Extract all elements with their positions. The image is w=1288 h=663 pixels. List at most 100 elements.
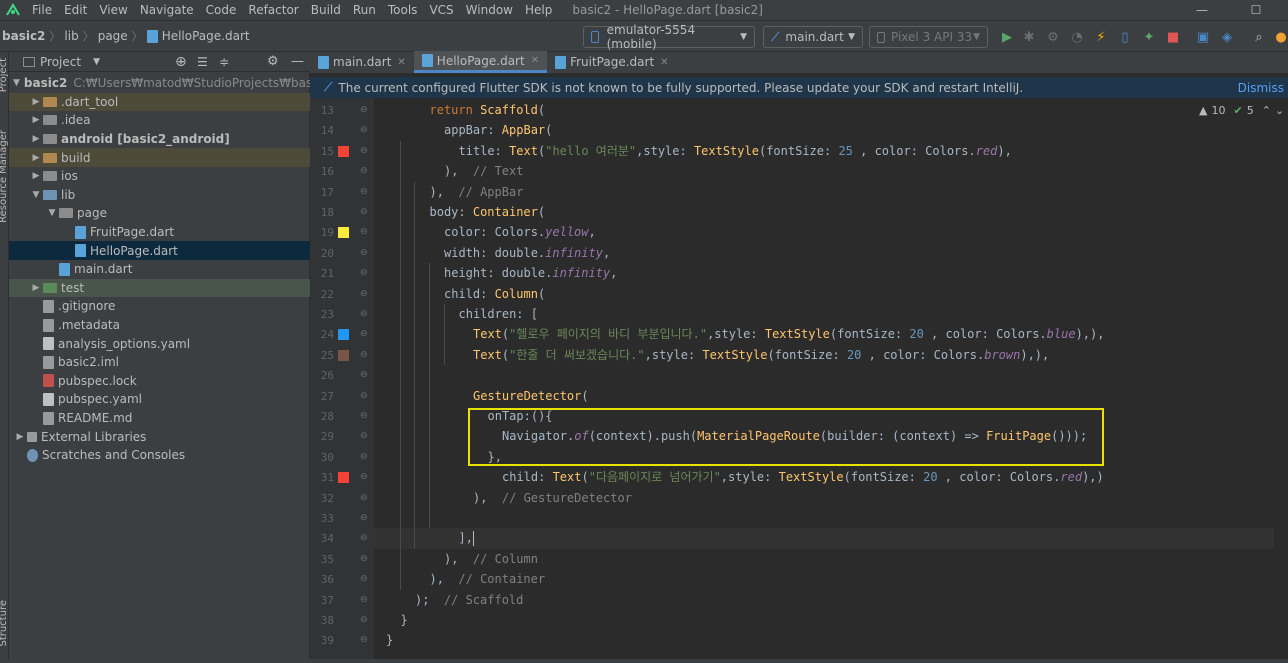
tree-item[interactable]: FruitPage.dart: [9, 223, 310, 242]
dismiss-link[interactable]: Dismiss: [1238, 81, 1284, 95]
chevron-down-icon[interactable]: ⌄: [1275, 104, 1284, 117]
color-preview-icon[interactable]: [338, 329, 349, 341]
tree-item[interactable]: ▼ basic2 C:₩Users₩matod₩StudioProjects₩bas…: [9, 74, 330, 93]
run-config-selector[interactable]: ⟋ main.dart ▼: [763, 26, 863, 48]
gear-icon[interactable]: ⚙: [267, 54, 279, 69]
project-view-selector[interactable]: Project: [40, 55, 81, 69]
tree-item[interactable]: analysis_options.yaml: [9, 334, 310, 353]
chevron-right-icon[interactable]: ▶: [29, 153, 43, 163]
avd-selector[interactable]: Pixel 3 API 33 ▼: [869, 26, 988, 48]
tree-item[interactable]: ▼ lib: [9, 186, 310, 205]
chevron-up-icon[interactable]: ⌃: [1262, 104, 1271, 117]
fold-icon[interactable]: ⊖: [360, 350, 368, 360]
fold-icon[interactable]: ⊖: [360, 615, 368, 625]
maximize-button[interactable]: ☐: [1236, 0, 1276, 20]
breadcrumb-page[interactable]: page: [98, 29, 128, 43]
menu-item-vcs[interactable]: VCS: [423, 3, 459, 17]
close-icon[interactable]: ✕: [397, 57, 405, 68]
fold-icon[interactable]: ⊖: [360, 309, 368, 319]
color-preview-icon[interactable]: [338, 349, 349, 361]
fold-icon[interactable]: ⊖: [360, 513, 368, 523]
breadcrumb-file[interactable]: HelloPage.dart: [162, 29, 250, 43]
color-preview-icon[interactable]: [338, 145, 349, 157]
tree-item[interactable]: main.dart: [9, 260, 310, 279]
fold-icon[interactable]: ⊖: [360, 574, 368, 584]
menu-item-edit[interactable]: Edit: [58, 3, 93, 17]
tree-item[interactable]: HelloPage.dart: [9, 241, 310, 260]
tree-item[interactable]: ▶ External Libraries: [9, 427, 310, 446]
menu-item-build[interactable]: Build: [305, 3, 347, 17]
fold-icon[interactable]: ⊖: [360, 268, 368, 278]
fold-icon[interactable]: ⊖: [360, 554, 368, 564]
color-preview-icon[interactable]: [338, 227, 349, 239]
chevron-right-icon[interactable]: ▶: [29, 171, 43, 181]
device-manager-icon[interactable]: ▣: [1194, 28, 1212, 46]
run-icon[interactable]: ▶: [998, 28, 1016, 46]
chevron-right-icon[interactable]: ▶: [13, 432, 27, 442]
resource-manager-tool-tab[interactable]: Resource Manager: [0, 130, 9, 223]
fold-icon[interactable]: ⊖: [360, 187, 368, 197]
fold-icon[interactable]: ⊖: [360, 472, 368, 482]
tree-item[interactable]: ▶ test: [9, 278, 310, 298]
menu-item-navigate[interactable]: Navigate: [134, 3, 200, 17]
fold-icon[interactable]: ⊖: [360, 595, 368, 605]
fold-icon[interactable]: ⊖: [360, 533, 368, 543]
fold-icon[interactable]: ⊖: [360, 207, 368, 217]
menu-item-file[interactable]: File: [26, 3, 58, 17]
tree-item[interactable]: basic2.iml: [9, 353, 310, 372]
menu-item-view[interactable]: View: [93, 3, 133, 17]
chevron-down-icon[interactable]: ▼: [13, 78, 20, 88]
menu-item-code[interactable]: Code: [200, 3, 243, 17]
tree-item[interactable]: ▶ android [basic2_android]: [9, 130, 310, 149]
tree-item[interactable]: README.md: [9, 409, 310, 428]
tree-item[interactable]: ▼ page: [9, 204, 310, 223]
expand-all-icon[interactable]: ≑: [219, 55, 229, 69]
menu-item-window[interactable]: Window: [460, 3, 519, 17]
search-icon[interactable]: ⌕: [1250, 28, 1268, 46]
attach-debugger-icon[interactable]: ⚙: [1044, 28, 1062, 46]
tree-item[interactable]: ▶ .dart_tool: [9, 92, 310, 112]
project-tool-tab[interactable]: Project: [0, 58, 9, 92]
hot-reload-icon[interactable]: ⚡: [1092, 28, 1110, 46]
breadcrumb-project[interactable]: basic2: [2, 29, 45, 43]
chevron-down-icon[interactable]: ▼: [29, 190, 43, 200]
collapse-all-icon[interactable]: ☰: [197, 55, 208, 69]
fold-icon[interactable]: ⊖: [360, 391, 368, 401]
menu-item-refactor[interactable]: Refactor: [242, 3, 304, 17]
fold-icon[interactable]: ⊖: [360, 105, 368, 115]
fold-icon[interactable]: ⊖: [360, 146, 368, 156]
tree-item[interactable]: .metadata: [9, 316, 310, 335]
fold-icon[interactable]: ⊖: [360, 452, 368, 462]
breadcrumb-lib[interactable]: lib: [64, 29, 78, 43]
debug-icon[interactable]: ✱: [1020, 28, 1038, 46]
fold-icon[interactable]: ⊖: [360, 227, 368, 237]
chevron-right-icon[interactable]: ▶: [29, 134, 43, 144]
hide-panel-icon[interactable]: —: [291, 54, 304, 69]
minimize-button[interactable]: —: [1182, 0, 1222, 20]
hot-restart-icon[interactable]: ▯: [1116, 28, 1134, 46]
code-editor[interactable]: return Scaffold(appBar: AppBar(title: Te…: [374, 98, 1288, 663]
fold-icon[interactable]: ⊖: [360, 125, 368, 135]
fold-icon[interactable]: ⊖: [360, 289, 368, 299]
fold-icon[interactable]: ⊖: [360, 431, 368, 441]
stop-icon[interactable]: ■: [1164, 28, 1182, 46]
menu-item-run[interactable]: Run: [347, 3, 382, 17]
tree-item[interactable]: .gitignore: [9, 297, 310, 316]
menu-item-help[interactable]: Help: [519, 3, 558, 17]
chevron-right-icon[interactable]: ▶: [29, 97, 43, 107]
fold-icon[interactable]: ⊖: [360, 166, 368, 176]
editor-tab[interactable]: main.dart ✕: [310, 51, 414, 73]
fold-icon[interactable]: ⊖: [360, 329, 368, 339]
tree-item[interactable]: ▶ build: [9, 148, 310, 167]
chevron-right-icon[interactable]: ▶: [29, 283, 43, 293]
tree-item[interactable]: pubspec.yaml: [9, 390, 310, 409]
fold-icon[interactable]: ⊖: [360, 248, 368, 258]
chevron-down-icon[interactable]: ▼: [45, 208, 59, 218]
updates-icon[interactable]: ●: [1272, 28, 1288, 46]
editor-tab[interactable]: FruitPage.dart ✕: [547, 51, 676, 73]
locate-file-icon[interactable]: ⊕: [175, 54, 187, 70]
chevron-down-icon[interactable]: ▼: [93, 57, 100, 67]
fold-icon[interactable]: ⊖: [360, 370, 368, 380]
editor-tab[interactable]: HelloPage.dart ✕: [413, 51, 548, 73]
close-icon[interactable]: ✕: [660, 57, 668, 68]
